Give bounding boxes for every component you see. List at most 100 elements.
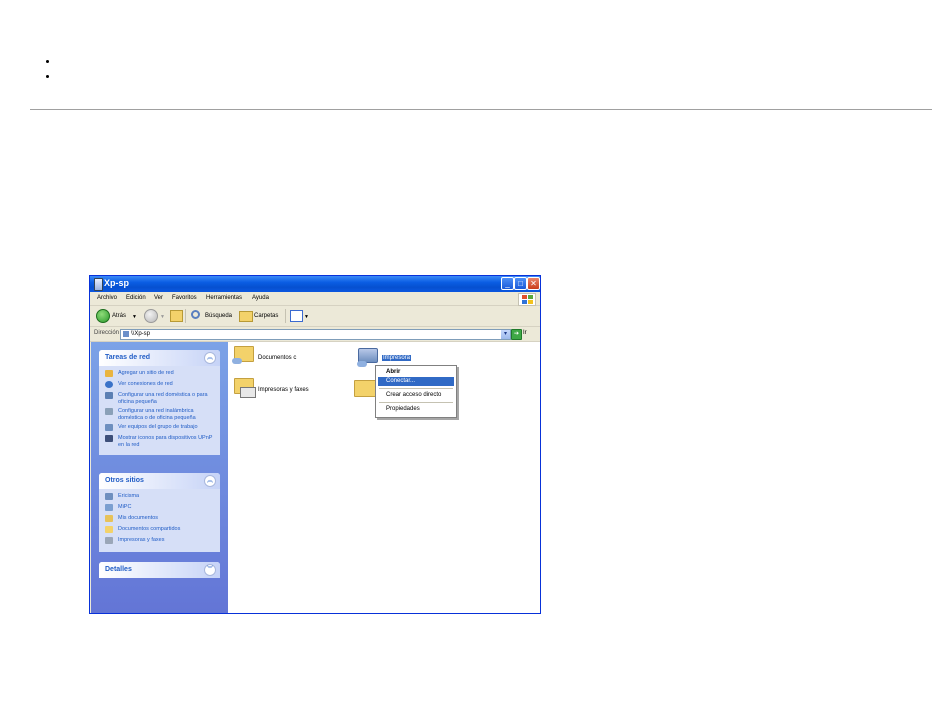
address-bar: Dirección \\Xp-sp ▾ ➔ Ir [90, 327, 540, 342]
link-my-documents[interactable]: Mis documentos [105, 515, 216, 523]
link-view-network-connections[interactable]: Ver conexiones de red [105, 381, 216, 389]
task-pane: Tareas de red ︽ Agregar un sitio de red … [91, 342, 228, 613]
link-label[interactable]: Ver equipos del grupo de trabajo [118, 424, 198, 430]
network-cable-icon [357, 361, 367, 367]
my-computer-icon [105, 504, 113, 511]
toolbar-separator [185, 309, 186, 323]
folders-label[interactable]: Carpetas [254, 313, 278, 319]
go-button[interactable]: Ir [523, 330, 527, 336]
menu-bar: Archivo Edición Ver Favoritos Herramient… [90, 292, 540, 306]
address-value[interactable]: \\Xp-sp [131, 331, 150, 337]
panel-header[interactable]: Detalles ︾ [99, 562, 220, 578]
menu-item-label[interactable]: Propiedades [386, 406, 420, 412]
go-icon[interactable]: ➔ [511, 329, 522, 340]
panel-header[interactable]: Tareas de red ︽ [99, 350, 220, 366]
link-label[interactable]: Ver conexiones de red [118, 381, 173, 387]
network-connections-icon [105, 381, 113, 388]
link-label[interactable]: Configurar una red doméstica o para ofic… [118, 392, 208, 405]
link-mipc[interactable]: MiPC [105, 504, 216, 512]
search-icon[interactable] [191, 310, 200, 319]
menu-favoritos[interactable]: Favoritos [172, 295, 197, 301]
network-computer-icon [105, 493, 113, 500]
window-title: Xp-sp [104, 278, 130, 288]
link-label[interactable]: Agregar un sitio de red [118, 370, 174, 376]
network-cable-icon [232, 358, 242, 364]
toolbar: Atrás ▼ ▼ Búsqueda Carpetas ▼ [90, 306, 540, 327]
home-network-icon [105, 392, 113, 399]
network-computer-icon [123, 331, 129, 337]
collapse-icon[interactable]: ︽ [204, 475, 216, 487]
menu-item-conectar[interactable]: Conectar... [378, 377, 454, 386]
minimize-button[interactable]: _ [501, 277, 514, 290]
back-dropdown-icon[interactable]: ▼ [132, 314, 137, 320]
address-dropdown-icon[interactable]: ▾ [501, 330, 510, 339]
address-input[interactable]: \\Xp-sp ▾ [120, 329, 511, 340]
link-label[interactable]: Mostrar iconos para dispositivos UPnP en… [118, 435, 212, 448]
other-places-panel: Otros sitios ︽ Ericisma MiPC Mis documen… [99, 473, 220, 552]
link-label[interactable]: Impresoras y faxes [118, 537, 164, 543]
menu-ayuda[interactable]: Ayuda [252, 295, 269, 301]
menu-item-crear-acceso-directo[interactable]: Crear acceso directo [378, 391, 454, 400]
horizontal-rule [30, 109, 932, 110]
collapse-icon[interactable]: ︽ [204, 352, 216, 364]
link-ericisma[interactable]: Ericisma [105, 493, 216, 501]
link-label[interactable]: Documentos compartidos [118, 526, 180, 532]
link-label[interactable]: Configurar una red inalámbrica doméstica… [118, 408, 196, 421]
link-label[interactable]: Mis documentos [118, 515, 158, 521]
menu-item-label[interactable]: Conectar... [386, 378, 415, 384]
context-menu: Abrir Conectar... Crear acceso directo P… [375, 365, 457, 418]
upnp-device-icon [105, 435, 113, 442]
toolbar-separator [285, 309, 286, 323]
network-computer-icon [94, 278, 103, 291]
item-label-documentos[interactable]: Documentos c [258, 355, 296, 361]
item-label-impresora[interactable]: Impresora [382, 355, 412, 361]
forward-dropdown-icon[interactable]: ▼ [160, 314, 165, 320]
folder-icon[interactable] [354, 380, 376, 397]
search-label[interactable]: Búsqueda [205, 313, 232, 319]
explorer-window: Xp-sp _ □ ✕ Archivo Edición Ver Favorito… [89, 275, 541, 614]
wireless-network-icon [105, 408, 113, 415]
link-show-upnp-icons[interactable]: Mostrar iconos para dispositivos UPnP en… [105, 435, 216, 448]
menu-archivo[interactable]: Archivo [97, 295, 117, 301]
expand-icon[interactable]: ︾ [204, 564, 216, 576]
panel-title: Detalles [105, 566, 132, 573]
item-label-impresoras-faxes[interactable]: Impresoras y faxes [258, 387, 309, 393]
forward-icon[interactable] [144, 309, 158, 323]
menu-separator [379, 402, 453, 403]
windows-logo-icon [518, 293, 536, 306]
menu-item-propiedades[interactable]: Propiedades [378, 405, 454, 414]
link-label[interactable]: Ericisma [118, 493, 139, 499]
menu-separator [379, 388, 453, 389]
link-shared-documents[interactable]: Documentos compartidos [105, 526, 216, 534]
close-button[interactable]: ✕ [527, 277, 540, 290]
menu-edicion[interactable]: Edición [126, 295, 146, 301]
panel-header[interactable]: Otros sitios ︽ [99, 473, 220, 489]
menu-item-abrir[interactable]: Abrir [378, 368, 454, 377]
back-label[interactable]: Atrás [112, 313, 126, 319]
menu-item-label[interactable]: Crear acceso directo [386, 392, 441, 398]
maximize-button[interactable]: □ [514, 277, 527, 290]
panel-title: Otros sitios [105, 477, 144, 484]
printer-icon [240, 387, 256, 398]
shared-folder-icon [105, 526, 113, 533]
views-dropdown-icon[interactable]: ▼ [304, 314, 309, 320]
link-label[interactable]: MiPC [118, 504, 131, 510]
link-view-workgroup[interactable]: Ver equipos del grupo de trabajo [105, 424, 216, 432]
link-setup-home-network[interactable]: Configurar una red doméstica o para ofic… [105, 392, 216, 405]
link-printers-and-faxes[interactable]: Impresoras y faxes [105, 537, 216, 545]
details-panel: Detalles ︾ [99, 562, 220, 578]
address-label: Dirección [94, 330, 120, 336]
menu-ver[interactable]: Ver [154, 295, 163, 301]
menu-item-label[interactable]: Abrir [386, 369, 400, 375]
menu-herramientas[interactable]: Herramientas [206, 295, 242, 301]
views-icon[interactable] [290, 310, 303, 322]
back-icon[interactable] [96, 309, 110, 323]
up-folder-icon[interactable] [170, 310, 183, 322]
printer-icon [105, 537, 113, 544]
title-bar[interactable]: Xp-sp _ □ ✕ [90, 276, 540, 292]
add-network-place-icon [105, 370, 113, 377]
link-add-network-place[interactable]: Agregar un sitio de red [105, 370, 216, 378]
workgroup-icon [105, 424, 113, 431]
folders-icon[interactable] [239, 311, 253, 322]
link-setup-wireless-network[interactable]: Configurar una red inalámbrica doméstica… [105, 408, 216, 421]
